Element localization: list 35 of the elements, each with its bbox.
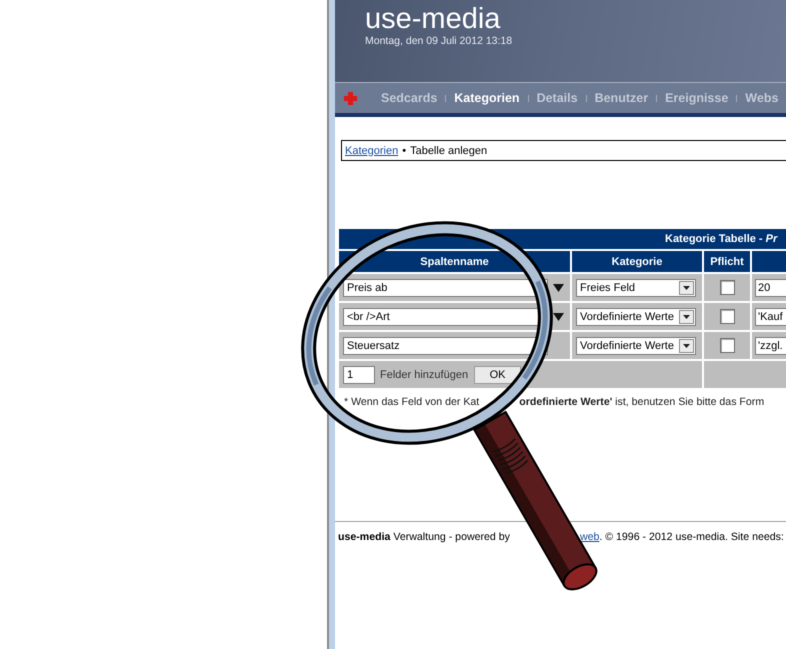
breadcrumb-link[interactable]: Kategorien <box>345 144 398 156</box>
category-select[interactable]: Vordefinierte Werte <box>576 336 696 354</box>
footer-text: use-media Verwaltung - powered by <box>338 531 510 543</box>
date-text: Montag, den 09 Juli 2012 13:18 <box>365 35 512 47</box>
column-name-field[interactable]: Steuersatz <box>343 336 548 354</box>
breadcrumb-current: Tabelle anlegen <box>410 144 488 156</box>
category-select[interactable]: Freies Feld <box>576 278 696 296</box>
caret-icon <box>683 314 690 318</box>
table-title: Kategorie Tabelle - Pr <box>665 233 778 245</box>
column-header-label: Kategorie <box>612 256 662 268</box>
dropdown-arrow-icon[interactable] <box>553 312 564 320</box>
required-checkbox[interactable] <box>720 309 734 324</box>
site-title: use-media <box>365 4 500 35</box>
add-fields-label: Felder hinzufügen <box>380 368 468 380</box>
note-text: ordefinierte Werte' ist, benutzen Sie bitte das Form <box>519 396 764 408</box>
column-header-label: Pflicht <box>710 256 744 268</box>
column-header-label: Spaltenname <box>420 256 489 268</box>
dropdown-arrow-icon[interactable] <box>553 284 564 292</box>
ok-button[interactable]: OK <box>474 366 522 384</box>
required-checkbox[interactable] <box>720 338 734 353</box>
breadcrumb-separator: • <box>402 144 406 156</box>
caret-icon <box>683 344 690 348</box>
note-text: * Wenn das Feld von der Kat <box>344 396 480 408</box>
category-select[interactable]: Vordefinierte Werte <box>576 308 696 326</box>
value-field[interactable]: 'Kauf <box>755 308 786 326</box>
nav-link[interactable]: Kategorien <box>454 91 520 105</box>
caret-icon <box>683 286 690 290</box>
required-checkbox[interactable] <box>720 280 734 295</box>
count-field[interactable]: 1 <box>343 366 375 384</box>
footer-text: . © 1996 - 2012 use-media. Site needs: <box>599 531 784 543</box>
footer-link[interactable]: web <box>580 531 600 543</box>
value-field[interactable]: 'zzgl. <box>755 336 786 354</box>
value-field[interactable]: 20 <box>755 278 786 296</box>
cross-icon <box>344 92 357 104</box>
column-name-field[interactable]: Preis ab <box>343 278 548 296</box>
